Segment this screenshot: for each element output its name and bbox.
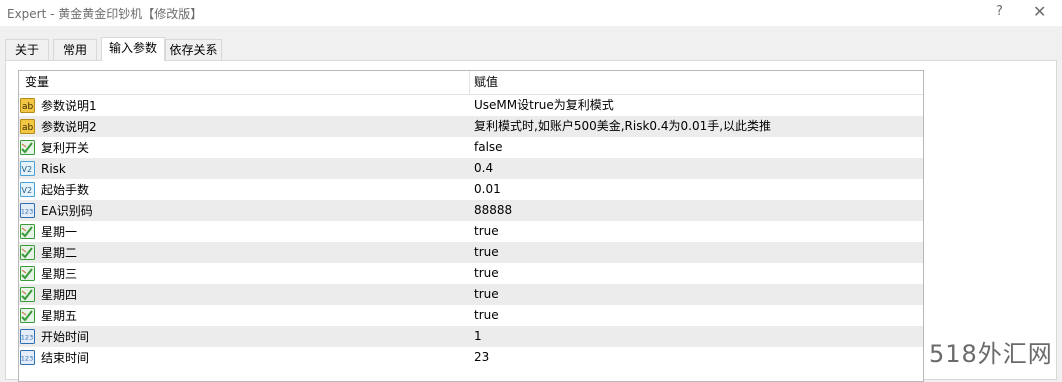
variable-name: 星期三	[41, 267, 78, 281]
tab-common[interactable]: 常用	[53, 39, 97, 60]
string-type-icon: ab	[20, 119, 35, 134]
variable-cell: ab 参数说明2	[19, 116, 470, 137]
variable-cell: 复利开关	[19, 137, 470, 158]
title-bar: Expert - 黄金黄金印钞机【修改版】 ? ✕	[0, 0, 1062, 26]
value-cell[interactable]: true	[470, 242, 499, 263]
svg-text:123: 123	[21, 355, 33, 363]
variable-cell: V2 Risk	[19, 158, 470, 179]
tab-dependencies[interactable]: 依存关系	[165, 39, 222, 60]
tab-strip: 关于 常用 输入参数 依存关系	[0, 37, 1062, 61]
table-row[interactable]: 复利开关 false	[19, 137, 923, 158]
value-cell[interactable]: 0.01	[470, 179, 501, 200]
value-cell[interactable]: true	[470, 305, 499, 326]
table-row[interactable]: ab 参数说明2 复利模式时,如账户500美金,Risk0.4为0.01手,以此类推	[19, 116, 923, 137]
table-row[interactable]: 123 EA识别码 88888	[19, 200, 923, 221]
value-cell[interactable]: true	[470, 284, 499, 305]
help-button[interactable]: ?	[996, 4, 1003, 19]
table-row[interactable]: V2 Risk 0.4	[19, 158, 923, 179]
variable-name: 参数说明1	[41, 99, 97, 113]
svg-text:123: 123	[21, 334, 33, 342]
column-header-value[interactable]: 赋值	[470, 71, 498, 94]
value-cell[interactable]: true	[470, 221, 499, 242]
variable-name: Risk	[41, 161, 66, 176]
window-title: Expert - 黄金黄金印钞机【修改版】	[7, 7, 203, 21]
int-type-icon: 123	[20, 350, 35, 365]
bool-type-icon	[20, 224, 35, 239]
grid-rows: ab 参数说明1 UseMM设true为复利模式 ab 参数说明2 复利模式时,如账户50…	[19, 95, 923, 368]
table-row[interactable]: 星期一 true	[19, 221, 923, 242]
grid-header: 变量 赋值	[19, 71, 923, 95]
svg-text:ab: ab	[22, 102, 34, 112]
variable-cell: 星期三	[19, 263, 470, 284]
variable-cell: 123 开始时间	[19, 326, 470, 347]
variable-cell: 123 结束时间	[19, 347, 470, 368]
bool-type-icon	[20, 245, 35, 260]
table-row[interactable]: ab 参数说明1 UseMM设true为复利模式	[19, 95, 923, 116]
variable-name: 起始手数	[41, 183, 90, 197]
double-type-icon: V2	[20, 182, 35, 197]
table-row[interactable]: 星期二 true	[19, 242, 923, 263]
variable-cell: 星期五	[19, 305, 470, 326]
variable-name: 结束时间	[41, 351, 90, 365]
table-row[interactable]: 123 开始时间 1	[19, 326, 923, 347]
column-header-variable[interactable]: 变量	[19, 71, 470, 94]
parameters-grid[interactable]: 变量 赋值 ab 参数说明1 UseMM设true为复利模式 ab 参数说明2 复利模式时…	[18, 70, 924, 382]
variable-name: 星期二	[41, 246, 78, 260]
value-cell[interactable]: 0.4	[470, 158, 493, 179]
variable-name: 星期四	[41, 288, 78, 302]
variable-name: 开始时间	[41, 330, 90, 344]
svg-text:123: 123	[21, 208, 33, 216]
int-type-icon: 123	[20, 203, 35, 218]
variable-cell: 星期四	[19, 284, 470, 305]
variable-cell: 星期一	[19, 221, 470, 242]
value-cell[interactable]: false	[470, 137, 503, 158]
value-cell[interactable]: UseMM设true为复利模式	[470, 95, 614, 116]
svg-text:V2: V2	[22, 165, 33, 174]
double-type-icon: V2	[20, 161, 35, 176]
value-cell[interactable]: 1	[470, 326, 482, 347]
bool-type-icon	[20, 266, 35, 281]
table-row[interactable]: V2 起始手数 0.01	[19, 179, 923, 200]
tab-about[interactable]: 关于	[5, 39, 49, 60]
variable-cell: 123 EA识别码	[19, 200, 470, 221]
svg-text:ab: ab	[22, 123, 34, 133]
bool-type-icon	[20, 308, 35, 323]
value-cell[interactable]: 复利模式时,如账户500美金,Risk0.4为0.01手,以此类推	[470, 116, 771, 137]
close-button[interactable]: ✕	[1033, 2, 1046, 21]
variable-name: EA识别码	[41, 204, 93, 218]
table-row[interactable]: 星期三 true	[19, 263, 923, 284]
value-cell[interactable]: 88888	[470, 200, 512, 221]
bool-type-icon	[20, 287, 35, 302]
variable-name: 参数说明2	[41, 120, 97, 134]
variable-cell: ab 参数说明1	[19, 95, 470, 116]
variable-name: 复利开关	[41, 141, 90, 155]
string-type-icon: ab	[20, 98, 35, 113]
svg-text:V2: V2	[22, 186, 33, 195]
value-cell[interactable]: true	[470, 263, 499, 284]
variable-name: 星期一	[41, 225, 78, 239]
variable-name: 星期五	[41, 309, 78, 323]
int-type-icon: 123	[20, 329, 35, 344]
variable-cell: V2 起始手数	[19, 179, 470, 200]
bool-type-icon	[20, 140, 35, 155]
tab-inputs[interactable]: 输入参数	[101, 37, 165, 61]
variable-cell: 星期二	[19, 242, 470, 263]
value-cell[interactable]: 23	[470, 347, 489, 368]
table-row[interactable]: 星期五 true	[19, 305, 923, 326]
table-row[interactable]: 星期四 true	[19, 284, 923, 305]
watermark-text: 518外汇网	[929, 340, 1053, 368]
table-row[interactable]: 123 结束时间 23	[19, 347, 923, 368]
